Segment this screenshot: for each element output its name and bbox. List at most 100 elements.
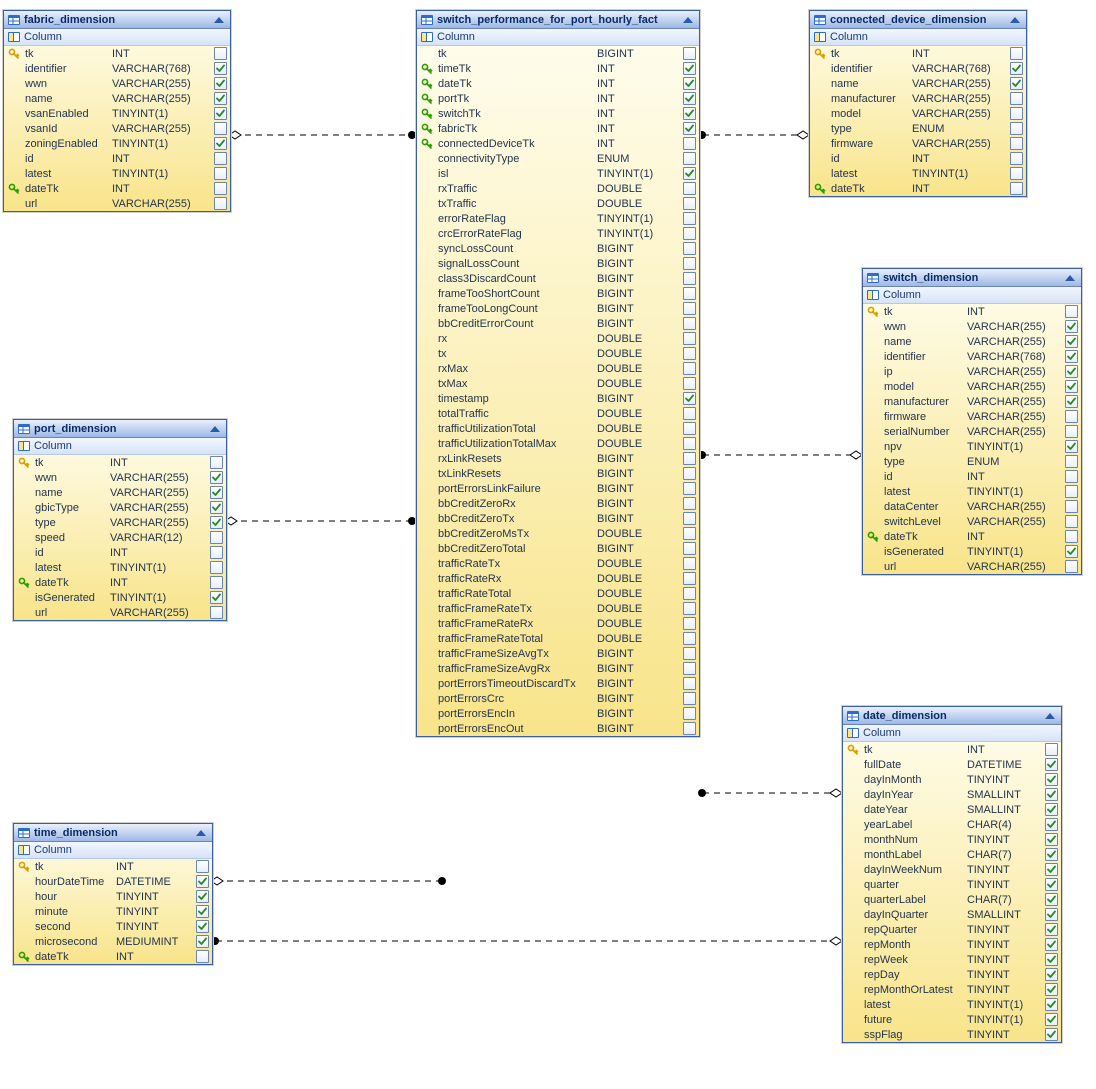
not-null-checkbox[interactable]	[1009, 152, 1023, 165]
not-null-checkbox[interactable]	[213, 182, 227, 195]
column-row[interactable]: microsecondMEDIUMINT	[14, 934, 212, 949]
column-row[interactable]: trafficUtilizationTotalMaxDOUBLE	[417, 436, 699, 451]
column-row[interactable]: serialNumberVARCHAR(255)	[863, 424, 1081, 439]
not-null-checkbox[interactable]	[682, 437, 696, 450]
not-null-checkbox[interactable]	[682, 662, 696, 675]
column-row[interactable]: tkINT	[863, 304, 1081, 319]
entity-fabric-dimension[interactable]: fabric_dimensionColumntkINTidentifierVAR…	[3, 10, 231, 212]
not-null-checkbox[interactable]	[1064, 365, 1078, 378]
column-row[interactable]: futureTINYINT(1)	[843, 1012, 1061, 1027]
not-null-checkbox[interactable]	[209, 591, 223, 604]
column-section-header[interactable]: Column	[417, 29, 699, 46]
not-null-checkbox[interactable]	[195, 950, 209, 963]
not-null-checkbox[interactable]	[1044, 758, 1058, 771]
not-null-checkbox[interactable]	[1064, 395, 1078, 408]
not-null-checkbox[interactable]	[682, 677, 696, 690]
not-null-checkbox[interactable]	[209, 456, 223, 469]
column-row[interactable]: isGeneratedTINYINT(1)	[14, 590, 226, 605]
not-null-checkbox[interactable]	[1009, 92, 1023, 105]
not-null-checkbox[interactable]	[682, 272, 696, 285]
column-row[interactable]: fullDateDATETIME	[843, 757, 1061, 772]
column-row[interactable]: nameVARCHAR(255)	[810, 76, 1026, 91]
not-null-checkbox[interactable]	[1044, 833, 1058, 846]
column-row[interactable]: connectivityTypeENUM	[417, 151, 699, 166]
column-row[interactable]: txLinkResetsBIGINT	[417, 466, 699, 481]
column-row[interactable]: dayInMonthTINYINT	[843, 772, 1061, 787]
column-row[interactable]: zoningEnabledTINYINT(1)	[4, 136, 230, 151]
column-row[interactable]: trafficFrameRateTxDOUBLE	[417, 601, 699, 616]
column-row[interactable]: syncLossCountBIGINT	[417, 241, 699, 256]
not-null-checkbox[interactable]	[1064, 485, 1078, 498]
not-null-checkbox[interactable]	[682, 122, 696, 135]
not-null-checkbox[interactable]	[1064, 530, 1078, 543]
not-null-checkbox[interactable]	[1064, 440, 1078, 453]
entity-port-dimension[interactable]: port_dimensionColumntkINTwwnVARCHAR(255)…	[13, 419, 227, 621]
not-null-checkbox[interactable]	[1064, 500, 1078, 513]
column-row[interactable]: manufacturerVARCHAR(255)	[810, 91, 1026, 106]
column-row[interactable]: sspFlagTINYINT	[843, 1027, 1061, 1042]
not-null-checkbox[interactable]	[213, 92, 227, 105]
not-null-checkbox[interactable]	[1044, 983, 1058, 996]
column-row[interactable]: bbCreditZeroMsTxDOUBLE	[417, 526, 699, 541]
not-null-checkbox[interactable]	[1044, 878, 1058, 891]
column-row[interactable]: tkINT	[14, 859, 212, 874]
not-null-checkbox[interactable]	[1044, 863, 1058, 876]
not-null-checkbox[interactable]	[682, 152, 696, 165]
column-row[interactable]: vsanIdVARCHAR(255)	[4, 121, 230, 136]
not-null-checkbox[interactable]	[682, 77, 696, 90]
column-row[interactable]: idINT	[4, 151, 230, 166]
column-row[interactable]: rxDOUBLE	[417, 331, 699, 346]
not-null-checkbox[interactable]	[1064, 350, 1078, 363]
column-row[interactable]: repMonthTINYINT	[843, 937, 1061, 952]
not-null-checkbox[interactable]	[682, 317, 696, 330]
not-null-checkbox[interactable]	[1064, 410, 1078, 423]
column-row[interactable]: modelVARCHAR(255)	[863, 379, 1081, 394]
collapse-icon[interactable]	[681, 14, 695, 26]
not-null-checkbox[interactable]	[1044, 1013, 1058, 1026]
column-section-header[interactable]: Column	[4, 29, 230, 46]
not-null-checkbox[interactable]	[1064, 560, 1078, 573]
column-row[interactable]: typeENUM	[863, 454, 1081, 469]
column-row[interactable]: tkINT	[810, 46, 1026, 61]
not-null-checkbox[interactable]	[682, 722, 696, 735]
column-row[interactable]: switchLevelVARCHAR(255)	[863, 514, 1081, 529]
column-row[interactable]: fabricTkINT	[417, 121, 699, 136]
entity-titlebar[interactable]: connected_device_dimension	[810, 11, 1026, 29]
not-null-checkbox[interactable]	[682, 497, 696, 510]
column-row[interactable]: repQuarterTINYINT	[843, 922, 1061, 937]
not-null-checkbox[interactable]	[682, 632, 696, 645]
column-row[interactable]: dayInWeekNumTINYINT	[843, 862, 1061, 877]
column-row[interactable]: frameTooLongCountBIGINT	[417, 301, 699, 316]
column-row[interactable]: bbCreditZeroRxBIGINT	[417, 496, 699, 511]
column-row[interactable]: tkINT	[14, 455, 226, 470]
not-null-checkbox[interactable]	[1044, 998, 1058, 1011]
column-section-header[interactable]: Column	[14, 438, 226, 455]
entity-titlebar[interactable]: time_dimension	[14, 824, 212, 842]
column-row[interactable]: timestampBIGINT	[417, 391, 699, 406]
not-null-checkbox[interactable]	[682, 197, 696, 210]
not-null-checkbox[interactable]	[195, 890, 209, 903]
collapse-icon[interactable]	[194, 827, 208, 839]
not-null-checkbox[interactable]	[1064, 545, 1078, 558]
column-row[interactable]: idINT	[14, 545, 226, 560]
column-row[interactable]: identifierVARCHAR(768)	[4, 61, 230, 76]
column-row[interactable]: wwnVARCHAR(255)	[4, 76, 230, 91]
column-row[interactable]: yearLabelCHAR(4)	[843, 817, 1061, 832]
column-row[interactable]: nameVARCHAR(255)	[14, 485, 226, 500]
not-null-checkbox[interactable]	[213, 137, 227, 150]
column-row[interactable]: txMaxDOUBLE	[417, 376, 699, 391]
column-row[interactable]: latestTINYINT(1)	[843, 997, 1061, 1012]
not-null-checkbox[interactable]	[682, 617, 696, 630]
column-row[interactable]: npvTINYINT(1)	[863, 439, 1081, 454]
column-row[interactable]: trafficUtilizationTotalDOUBLE	[417, 421, 699, 436]
collapse-icon[interactable]	[212, 14, 226, 26]
not-null-checkbox[interactable]	[682, 212, 696, 225]
not-null-checkbox[interactable]	[213, 152, 227, 165]
column-row[interactable]: rxMaxDOUBLE	[417, 361, 699, 376]
not-null-checkbox[interactable]	[1009, 107, 1023, 120]
column-row[interactable]: dayInQuarterSMALLINT	[843, 907, 1061, 922]
not-null-checkbox[interactable]	[682, 62, 696, 75]
not-null-checkbox[interactable]	[1009, 47, 1023, 60]
column-row[interactable]: tkINT	[4, 46, 230, 61]
entity-titlebar[interactable]: switch_performance_for_port_hourly_fact	[417, 11, 699, 29]
